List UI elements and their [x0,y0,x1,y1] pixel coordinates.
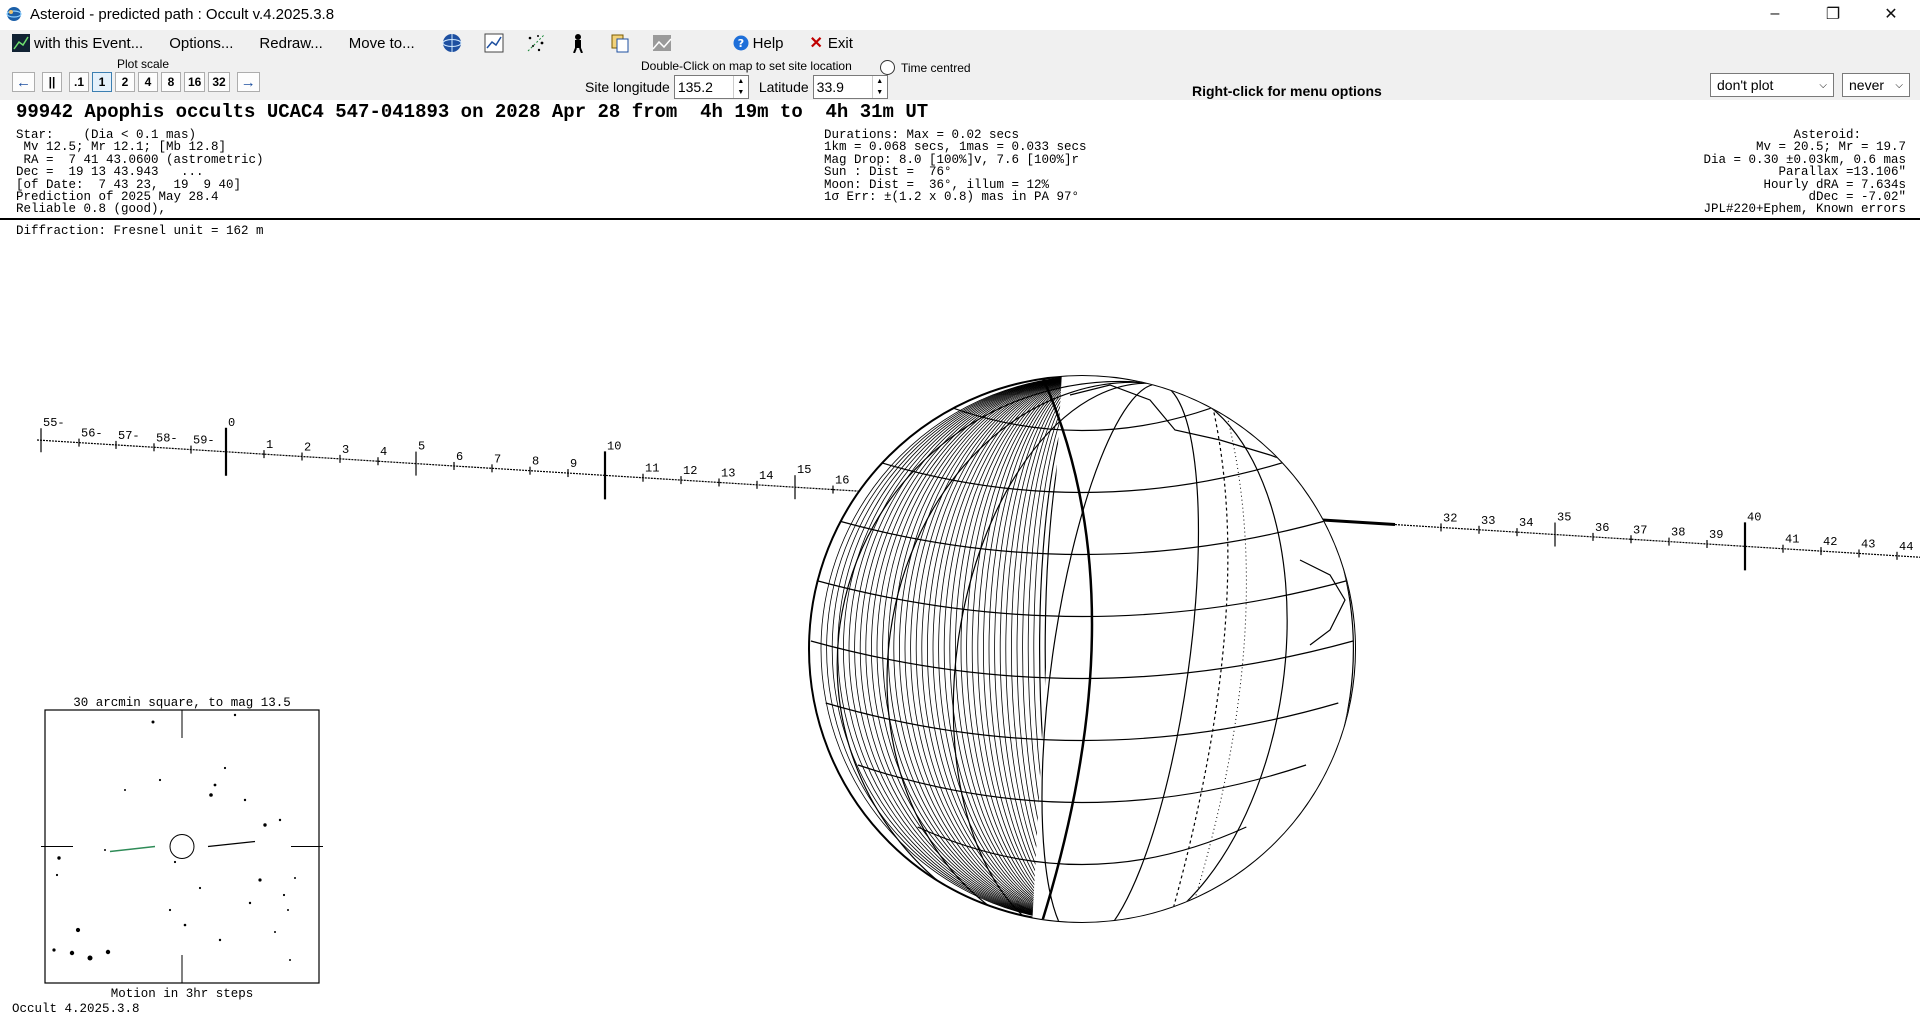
star-dot [75,927,81,933]
path-tick-label: 8 [532,455,539,469]
star-dot [183,923,187,927]
path-tick-label: 9 [570,457,577,471]
path-tick-label: 57- [118,429,140,443]
path-line-left [36,439,926,496]
path-tick-label: 38 [1671,526,1685,540]
path-tick-label: 37 [1633,523,1647,537]
star-dot [158,778,162,782]
path-line-right [1394,523,1920,558]
path-tick-label: 32 [1443,511,1457,525]
star-dot [209,793,213,797]
star-dot [87,955,93,961]
star-chart-caption: Motion in 3hr steps [111,987,254,1001]
path-tick-label: 10 [607,439,621,453]
path-tick-label: 42 [1823,535,1837,549]
path-tick-label: 15 [797,463,811,477]
star-dot [104,849,106,851]
path-tick-label: 35 [1557,511,1571,525]
star-dot [168,908,172,912]
path-tick-label: 40 [1747,510,1761,524]
star-dot [173,860,177,864]
path-tick-label: 44 [1899,540,1913,554]
star-dot [258,878,262,882]
star-dot [223,766,227,770]
star-chart: 30 arcmin square, to mag 13.5 Motion in 3… [41,696,323,1001]
path-tick-label: 16 [835,474,849,488]
path-tick-label: 4 [380,445,387,459]
star-dot [213,783,217,787]
star-dot [263,823,267,827]
path-tick-label: 41 [1785,533,1799,547]
path-tick-label: 39 [1709,528,1723,542]
path-tick-label: 6 [456,450,463,464]
path-tick-label: 7 [494,452,501,466]
path-tick-label: 3 [342,443,349,457]
earth-globe[interactable] [801,345,1440,984]
path-tick-label: 55- [43,416,65,430]
path-tick-label: 2 [304,441,311,455]
star-dot [248,901,252,905]
path-tick-label: 43 [1861,537,1875,551]
star-chart-title: 30 arcmin square, to mag 13.5 [73,696,291,710]
star-dot [198,886,202,890]
star-dot [282,893,286,897]
status-bar: Occult 4.2025.3.8 [12,1002,140,1016]
path-tick-label: 1 [266,438,273,452]
path-tick-label: 33 [1481,514,1495,528]
star-dot [124,789,126,791]
star-chart-frame [44,709,320,984]
path-tick-label: 12 [683,464,697,478]
path-tick-label: 59- [193,434,215,448]
star-dot [289,959,291,961]
star-dot [294,877,296,879]
path-tick-label: 11 [645,462,659,476]
path-tick-label: 0 [228,416,235,430]
star-dot [57,856,61,860]
path-map[interactable]: 55-56-57-58-59-0123456789101112131415161… [0,0,1920,1020]
star-dot [287,909,289,911]
star-dot [274,931,276,933]
lit-side [1032,376,1355,922]
path-tick-label: 13 [721,466,735,480]
star-dot [233,713,237,717]
star-dot [105,949,111,955]
star-dot [55,873,59,877]
path-tick-label: 5 [418,440,425,454]
star-dot [218,938,222,942]
star-dot [278,818,282,822]
path-tick-label: 14 [759,469,773,483]
star-dot [151,720,155,724]
path-tick-label: 56- [81,427,103,441]
path-tick-label: 36 [1595,521,1609,535]
coastline [1380,540,1410,640]
star-dot [52,948,56,952]
star-dot [69,950,75,956]
path-tick-label: 34 [1519,516,1533,530]
star-dot [243,798,247,802]
path-tick-label: 58- [156,431,178,445]
